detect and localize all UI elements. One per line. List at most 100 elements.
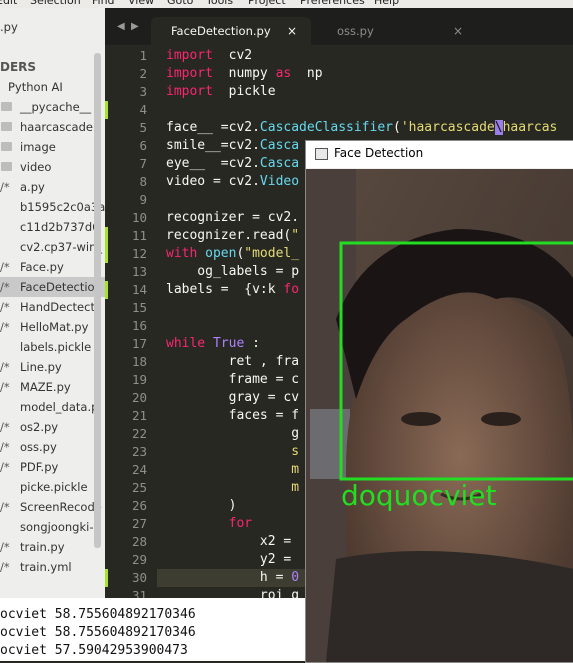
line-number: 15 bbox=[131, 300, 147, 315]
line-number: 25 bbox=[131, 480, 147, 495]
code-line: roi_g bbox=[166, 588, 300, 598]
sidebar-item-label: a.py bbox=[20, 180, 45, 194]
line-number: 21 bbox=[131, 408, 147, 423]
tab-bar: ◀ ▶ FaceDetection.py × oss.py × bbox=[105, 8, 573, 45]
file-type-icon: /* bbox=[0, 440, 10, 454]
code-line: smile__=cv2.Casca bbox=[166, 138, 300, 153]
line-number-gutter: 1 2 3 4 5 6 7 8 9 10 11 12 13 14 15 16 17 18 19 20 21 22 23 24 2… bbox=[105, 45, 157, 598]
sidebar-item[interactable]: __pycache__ bbox=[0, 97, 105, 117]
camera-image: doquocviet bbox=[306, 169, 573, 662]
code-line: ) bbox=[166, 498, 237, 513]
face-detection-window[interactable]: Face Detection doquocviet bbox=[305, 140, 573, 663]
window-title: Face Detection bbox=[334, 146, 424, 160]
file-type-icon: /* bbox=[0, 540, 10, 554]
line-number: 4 bbox=[139, 102, 147, 117]
tab-facedetection[interactable]: FaceDetection.py × bbox=[151, 17, 311, 45]
tab-oss-label: oss.py bbox=[337, 24, 374, 38]
sidebar-item-label: cv2.cp37-win_ bbox=[20, 240, 103, 254]
modified-marker bbox=[105, 245, 108, 263]
line-number: 29 bbox=[131, 552, 147, 567]
sidebar-item[interactable]: cv2.cp37-win_ bbox=[0, 237, 105, 257]
sidebar-item[interactable]: /* train.py bbox=[0, 537, 105, 557]
sidebar-item-label: oss.py bbox=[20, 440, 57, 454]
file-type-icon: /* bbox=[0, 280, 10, 294]
menu-item[interactable]: Edit bbox=[0, 0, 17, 7]
line-number: 8 bbox=[139, 174, 147, 189]
menu-item[interactable]: Help bbox=[374, 0, 399, 7]
close-icon[interactable]: × bbox=[287, 17, 297, 45]
sidebar-item-label: model_data.p bbox=[20, 400, 99, 414]
menu-item[interactable]: Goto bbox=[167, 0, 193, 7]
menu-bar: Edit Selection Find View Goto Tools Project Pre… bbox=[0, 0, 573, 8]
sidebar-item[interactable]: c11d2b737d6 bbox=[0, 217, 105, 237]
sidebar-item[interactable]: haarcascade bbox=[0, 117, 105, 137]
code-line: frame = c bbox=[166, 372, 300, 387]
sidebar-header-label: DERS bbox=[0, 60, 37, 74]
sidebar-item[interactable]: /* os2.py bbox=[0, 417, 105, 437]
line-number: 6 bbox=[139, 138, 147, 153]
menu-item[interactable]: Selection bbox=[30, 0, 81, 7]
code-line: g bbox=[166, 426, 300, 441]
sidebar-item[interactable]: labels.pickle bbox=[0, 337, 105, 357]
camera-frame: doquocviet bbox=[306, 169, 573, 662]
close-icon[interactable]: × bbox=[453, 17, 463, 45]
sidebar-item[interactable]: /* ScreenRecode bbox=[0, 497, 105, 517]
line-number: 31 bbox=[131, 588, 147, 598]
sidebar-item[interactable]: image bbox=[0, 137, 105, 157]
code-line: h = 0 bbox=[166, 570, 300, 585]
sidebar-item[interactable]: /* MAZE.py bbox=[0, 377, 105, 397]
sidebar-item[interactable]: songjoongki- bbox=[0, 517, 105, 537]
sidebar-item-label: Face.py bbox=[20, 260, 64, 274]
line-number: 22 bbox=[131, 426, 147, 441]
sidebar-open-file[interactable]: .py bbox=[0, 17, 105, 37]
sidebar-item[interactable]: /* HelloMat.py bbox=[0, 317, 105, 337]
modified-marker bbox=[105, 569, 108, 587]
window-icon bbox=[315, 148, 328, 160]
tab-oss[interactable]: oss.py × bbox=[317, 17, 477, 45]
sidebar-item-label: MAZE.py bbox=[20, 380, 71, 394]
sidebar-item[interactable]: /* PDF.py bbox=[0, 457, 105, 477]
line-number: 23 bbox=[131, 444, 147, 459]
sidebar-item[interactable]: /* FaceDetection bbox=[0, 277, 105, 297]
menu-item[interactable]: Find bbox=[92, 0, 115, 7]
code-line: labels = {v:k fo bbox=[166, 282, 300, 297]
file-type-icon: /* bbox=[0, 260, 10, 274]
code-line: eye__ =cv2.Casca bbox=[166, 156, 300, 171]
sidebar-item[interactable]: b1595c2c0a3a bbox=[0, 197, 105, 217]
sidebar-item-label: train.py bbox=[20, 540, 65, 554]
code-line: faces = f bbox=[166, 408, 300, 423]
line-number: 24 bbox=[131, 462, 147, 477]
window-title-bar[interactable]: Face Detection bbox=[306, 141, 573, 168]
line-number: 7 bbox=[139, 156, 147, 171]
line-number: 28 bbox=[131, 534, 147, 549]
line-number: 5 bbox=[139, 120, 147, 135]
sidebar-item-label: Line.py bbox=[20, 360, 62, 374]
code-line: video = cv2.Video bbox=[166, 174, 300, 189]
menu-item[interactable]: Preferences bbox=[300, 0, 365, 7]
sidebar-item[interactable]: picke.pickle bbox=[0, 477, 105, 497]
tab-nav-right-icon[interactable]: ▶ bbox=[131, 21, 139, 32]
sidebar-item[interactable]: video bbox=[0, 157, 105, 177]
folder-icon bbox=[1, 122, 12, 131]
sidebar-root-folder[interactable]: Python AI bbox=[0, 77, 105, 97]
sidebar-item[interactable]: model_data.p bbox=[0, 397, 105, 417]
line-number: 16 bbox=[131, 318, 147, 333]
sidebar-item[interactable]: /* HandDectecti bbox=[0, 297, 105, 317]
sidebar-item-label: haarcascade bbox=[20, 120, 93, 134]
tab-nav-left-icon[interactable]: ◀ bbox=[117, 21, 125, 32]
sidebar-item[interactable]: /* Face.py bbox=[0, 257, 105, 277]
file-type-icon: /* bbox=[0, 360, 10, 374]
sidebar-scrollbar[interactable] bbox=[94, 53, 101, 548]
code-line: x2 = bbox=[166, 534, 300, 549]
sidebar-item[interactable]: /* train.yml bbox=[0, 557, 105, 577]
code-line: import pickle bbox=[166, 84, 276, 99]
menu-item[interactable]: Tools bbox=[206, 0, 233, 7]
sidebar-item[interactable]: /* Line.py bbox=[0, 357, 105, 377]
code-line: ret , fra bbox=[166, 354, 300, 369]
sidebar-item[interactable]: /* oss.py bbox=[0, 437, 105, 457]
sidebar-item[interactable]: /* a.py bbox=[0, 177, 105, 197]
sidebar-item-label: video bbox=[20, 160, 52, 174]
menu-item[interactable]: Project bbox=[248, 0, 286, 7]
sidebar-item-label: os2.py bbox=[20, 420, 59, 434]
menu-item[interactable]: View bbox=[128, 0, 154, 7]
